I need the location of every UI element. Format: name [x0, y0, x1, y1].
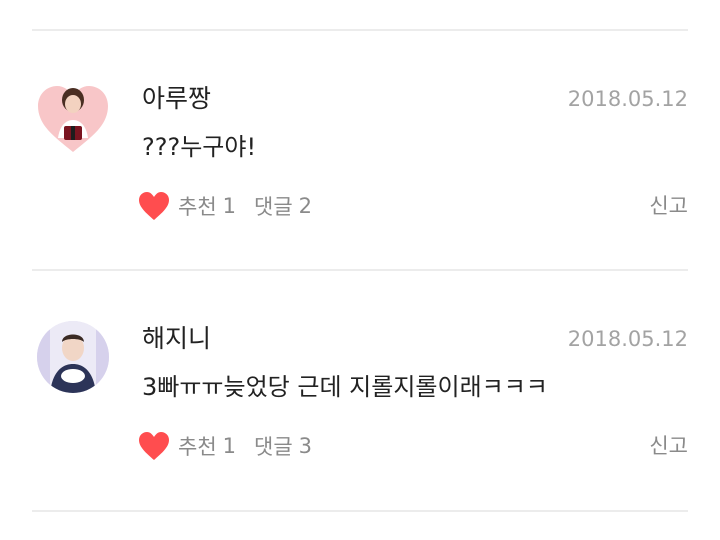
avatar[interactable] — [36, 82, 110, 156]
comment-text: ???누구야! — [142, 133, 257, 161]
username[interactable]: 해지니 — [142, 324, 211, 354]
comment-text: 3빠ㅠㅠ늦었당 근데 지롤지롤이래ㅋㅋㅋ — [142, 373, 548, 401]
like-label[interactable]: 추천 — [178, 191, 217, 221]
divider-bottom — [32, 510, 688, 512]
like-label[interactable]: 추천 — [178, 431, 217, 461]
comment-actions: 추천 1 댓글 2 — [138, 190, 312, 222]
avatar[interactable] — [36, 320, 110, 394]
heart-avatar-icon — [38, 86, 108, 152]
like-count: 1 — [222, 194, 237, 218]
comment-item: 아루짱 2018.05.12 ???누구야! 추천 1 댓글 2 신고 — [0, 30, 720, 270]
comment-date: 2018.05.12 — [567, 87, 688, 111]
heart-icon[interactable] — [138, 431, 170, 461]
username[interactable]: 아루짱 — [142, 84, 211, 114]
report-button[interactable]: 신고 — [649, 432, 688, 460]
reply-label[interactable]: 댓글 — [254, 191, 293, 221]
reply-count[interactable]: 3 — [299, 434, 312, 458]
reply-count[interactable]: 2 — [299, 194, 312, 218]
circle-avatar-icon — [37, 321, 109, 393]
reply-label[interactable]: 댓글 — [254, 431, 293, 461]
report-button[interactable]: 신고 — [649, 192, 688, 220]
heart-icon[interactable] — [138, 191, 170, 221]
comment-actions: 추천 1 댓글 3 — [138, 430, 312, 462]
comment-date: 2018.05.12 — [567, 327, 688, 351]
comment-item: 해지니 2018.05.12 3빠ㅠㅠ늦었당 근데 지롤지롤이래ㅋㅋㅋ 추천 1… — [0, 270, 720, 510]
like-count: 1 — [222, 434, 237, 458]
